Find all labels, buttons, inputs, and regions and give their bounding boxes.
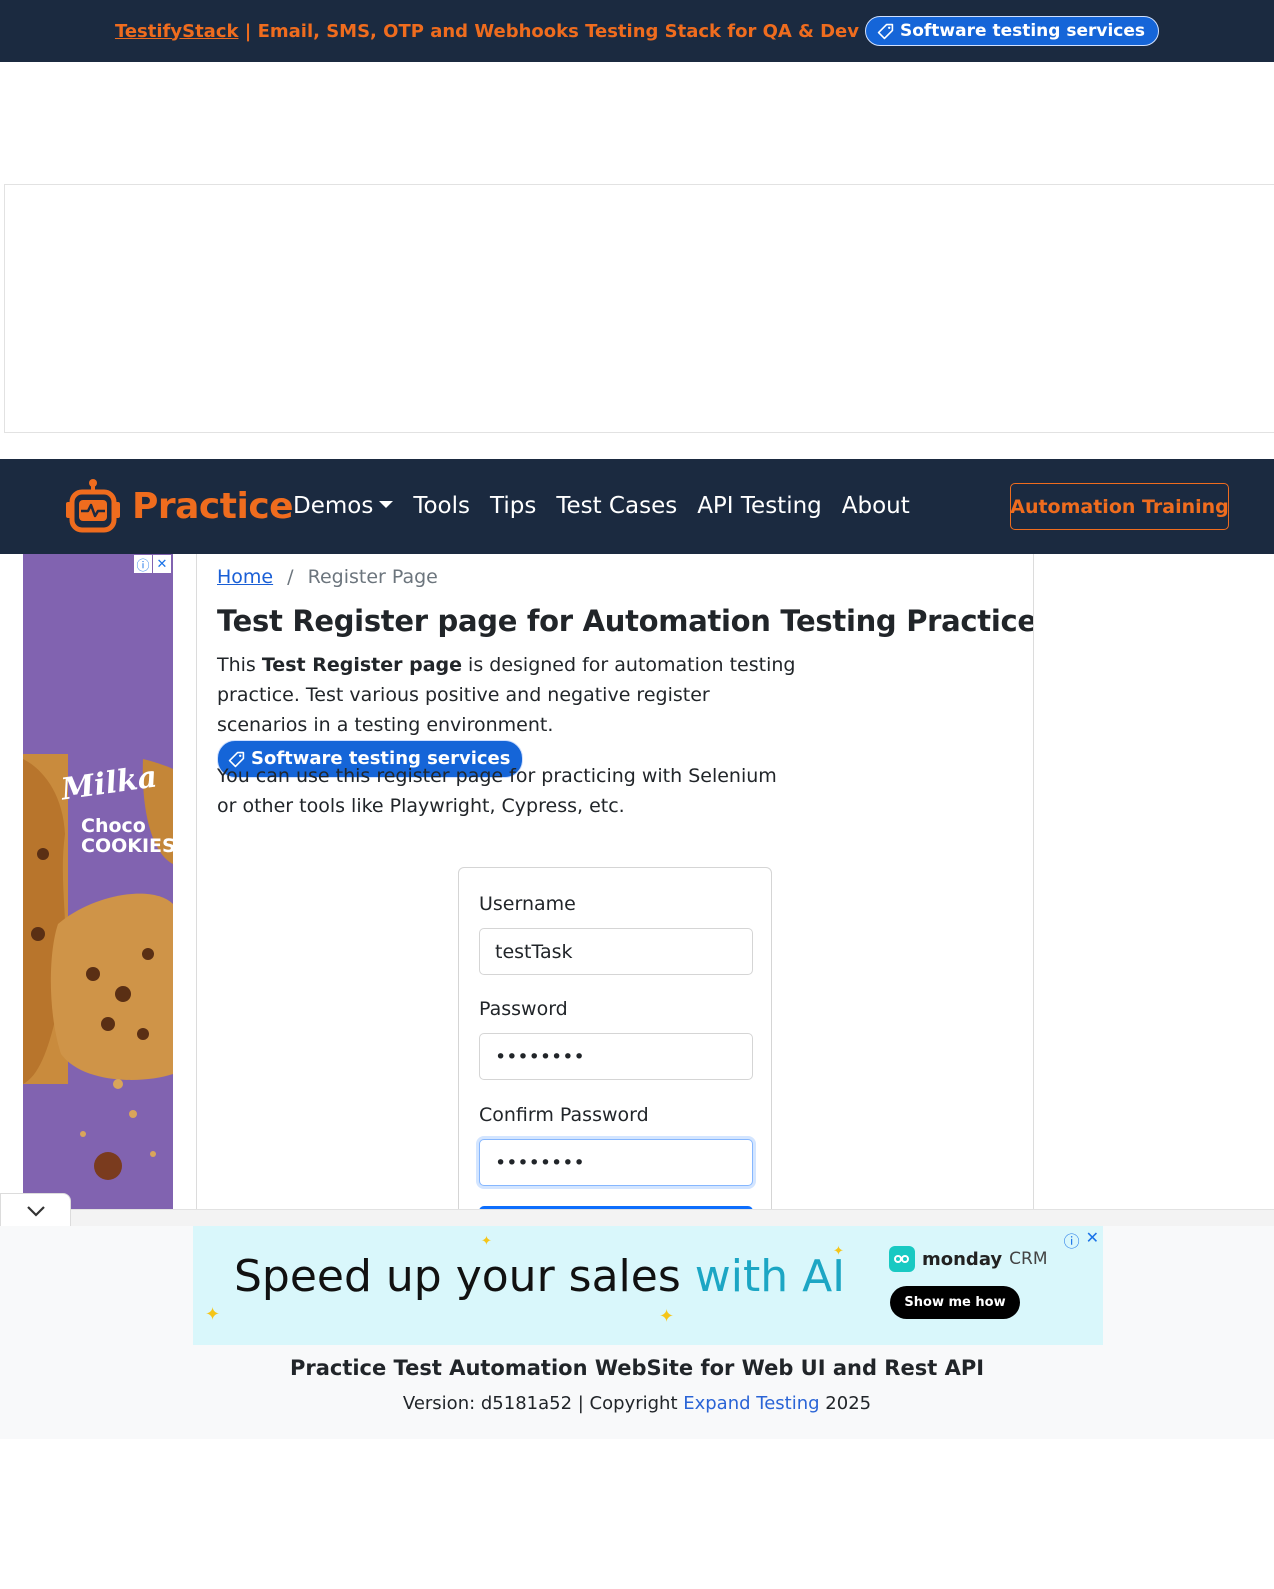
brand-name: Practice <box>132 485 294 527</box>
nav-demos[interactable]: Demos <box>293 493 394 519</box>
breadcrumb-separator: / <box>287 566 294 588</box>
nav-demos-label: Demos <box>293 493 374 519</box>
top-promo-bar: TestifyStack | Email, SMS, OTP and Webho… <box>0 0 1274 62</box>
password-input[interactable]: •••••••• <box>479 1033 753 1080</box>
banner-brand-suffix: CRM <box>1009 1249 1048 1269</box>
ad-cookie-image <box>23 754 173 1180</box>
side-ad[interactable]: Milka Choco COOKIES ⓘ ✕ <box>23 554 173 1226</box>
banner-headline: Speed up your sales with AI <box>234 1251 845 1302</box>
nav-api-testing[interactable]: API Testing <box>697 493 822 519</box>
breadcrumb-home[interactable]: Home <box>217 566 273 588</box>
intro-paragraph: This Test Register page is designed for … <box>217 650 797 778</box>
footer: ✦ ✦ ✦ ✦ Speed up your sales with AI mond… <box>0 1226 1274 1439</box>
intro-text-start: This <box>217 654 262 676</box>
footer-version-text: Version: d5181a52 | Copyright <box>402 1393 684 1414</box>
breadcrumb: Home / Register Page <box>217 566 438 588</box>
banner-brand: monday CRM <box>889 1246 1048 1272</box>
nav-test-cases[interactable]: Test Cases <box>556 493 677 519</box>
nav-tools[interactable]: Tools <box>413 493 470 519</box>
sparkle-icon: ✦ <box>659 1306 675 1327</box>
username-input[interactable]: testTask <box>479 928 753 975</box>
ad-product-text: Choco COOKIES <box>81 815 173 857</box>
confirm-password-label: Confirm Password <box>479 1104 649 1126</box>
automation-training-button[interactable]: Automation Training <box>1010 483 1229 530</box>
banner-headline-accent: with AI <box>694 1251 846 1302</box>
footer-version: Version: d5181a52 | Copyright Expand Tes… <box>0 1393 1274 1414</box>
caret-down-icon <box>379 501 394 508</box>
footer-title: Practice Test Automation WebSite for Web… <box>289 1356 985 1380</box>
close-icon[interactable]: ✕ <box>153 555 171 573</box>
pill-label: Software testing services <box>899 21 1146 41</box>
close-icon[interactable]: ✕ <box>1086 1228 1099 1252</box>
info-icon[interactable]: ⓘ <box>134 555 152 574</box>
nav-links: Demos Tools Tips Test Cases API Testing … <box>293 493 910 519</box>
page-title: Test Register page for Automation Testin… <box>217 604 1034 638</box>
password-label: Password <box>479 998 568 1020</box>
banner-brand-name: monday <box>922 1248 1003 1270</box>
banner-ad[interactable]: ✦ ✦ ✦ ✦ Speed up your sales with AI mond… <box>193 1226 1103 1345</box>
intro-bold: Test Register page <box>261 654 463 676</box>
info-icon[interactable]: ⓘ <box>1064 1228 1080 1252</box>
robot-icon <box>66 479 120 533</box>
ad-controls: ⓘ ✕ <box>134 555 171 574</box>
testifystack-link[interactable]: TestifyStack <box>115 21 239 42</box>
promo-tagline: | Email, SMS, OTP and Webhooks Testing S… <box>238 20 859 42</box>
nav-about[interactable]: About <box>842 493 910 519</box>
monday-logo-icon <box>889 1246 915 1272</box>
username-label: Username <box>479 893 576 915</box>
tag-icon <box>877 23 894 39</box>
sparkle-icon: ✦ <box>481 1234 492 1249</box>
nav-tips[interactable]: Tips <box>490 493 536 519</box>
show-me-how-button[interactable]: Show me how <box>890 1286 1020 1319</box>
confirm-password-input[interactable]: •••••••• <box>479 1139 753 1186</box>
footer-year: 2025 <box>819 1393 872 1414</box>
software-testing-services-button[interactable]: Software testing services <box>864 16 1160 46</box>
chevron-down-icon <box>26 1205 45 1217</box>
expand-testing-link[interactable]: Expand Testing <box>683 1393 819 1414</box>
banner-headline-text: Speed up your sales <box>234 1251 695 1302</box>
register-form: Username testTask Password •••••••• Conf… <box>458 867 772 1226</box>
sticky-ad-bar <box>0 1209 1274 1226</box>
sticky-ad-collapse-button[interactable] <box>0 1193 71 1227</box>
breadcrumb-current: Register Page <box>307 566 438 588</box>
ad-frame <box>4 184 1274 433</box>
usage-paragraph: You can use this register page for pract… <box>217 765 777 817</box>
sparkle-icon: ✦ <box>205 1304 221 1325</box>
main-navbar: Practice Demos Tools Tips Test Cases API… <box>0 459 1274 554</box>
brand-link[interactable]: Practice <box>64 478 294 534</box>
main-content: Home / Register Page Test Register page … <box>196 554 1034 1226</box>
banner-ad-controls: ⓘ ✕ <box>1064 1228 1099 1252</box>
promo-text: TestifyStack | Email, SMS, OTP and Webho… <box>115 21 859 42</box>
